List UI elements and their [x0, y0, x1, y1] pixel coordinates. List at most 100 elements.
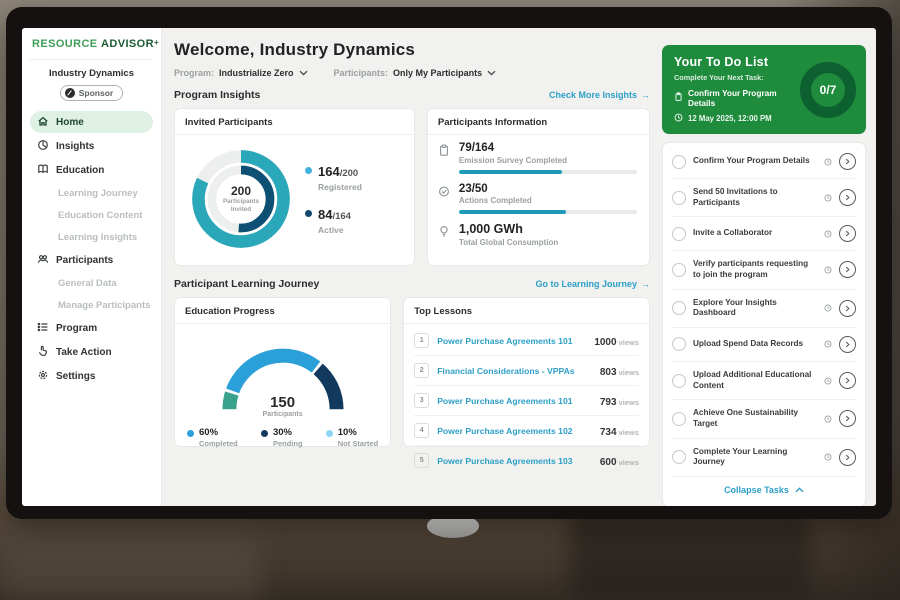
participants-select[interactable]: Participants: Only My Participants	[334, 68, 497, 78]
legend-not-started: 10% Not Started	[326, 428, 378, 448]
sidebar-item-home[interactable]: Home	[30, 111, 153, 133]
card-title: Education Progress	[175, 298, 390, 324]
gauge-center-value: 150	[208, 394, 358, 411]
card-title: Invited Participants	[175, 109, 414, 135]
sidebar: RESOURCE ADVISOR+ Industry Dynamics Spon…	[22, 28, 162, 506]
legend-dot	[326, 430, 333, 437]
clock-icon	[674, 113, 683, 124]
task-row: Verify participants requesting to join t…	[672, 251, 856, 289]
divider	[30, 59, 153, 60]
sidebar-item-general-data[interactable]: General Data	[30, 273, 153, 294]
task-checkbox[interactable]	[672, 374, 686, 388]
legend-dot	[305, 210, 312, 217]
legend-pending: 30% Pending	[261, 428, 303, 448]
clock-icon	[824, 340, 832, 348]
legend-registered: 164/200 Registered	[305, 163, 362, 192]
sidebar-item-education-content[interactable]: Education Content	[30, 205, 153, 226]
lesson-link[interactable]: Power Purchase Agreements 103	[437, 456, 592, 466]
clock-icon	[824, 266, 832, 274]
program-insights-heading: Program Insights	[174, 89, 260, 101]
go-to-learning-journey-link[interactable]: Go to Learning Journey →	[535, 279, 650, 289]
task-checkbox[interactable]	[672, 191, 686, 205]
sponsor-icon	[65, 88, 75, 98]
page-title: Welcome, Industry Dynamics	[174, 40, 650, 60]
task-open-button[interactable]	[839, 225, 856, 242]
insights-icon	[37, 139, 49, 154]
lesson-link[interactable]: Power Purchase Agreements 102	[437, 426, 592, 436]
sidebar-item-settings[interactable]: Settings	[30, 365, 153, 387]
dashboard-screen: RESOURCE ADVISOR+ Industry Dynamics Spon…	[22, 28, 876, 506]
legend-dot	[305, 167, 312, 174]
sidebar-item-insights[interactable]: Insights	[30, 135, 153, 157]
task-checkbox[interactable]	[672, 337, 686, 351]
legend-active: 84/164 Active	[305, 206, 362, 235]
todo-progress-ring: 0/7	[800, 62, 856, 118]
lesson-row: 2 Financial Considerations - VPPAs 803vi…	[414, 356, 639, 386]
clock-icon	[824, 230, 832, 238]
gear-icon	[37, 369, 49, 384]
clock-icon	[824, 194, 832, 202]
task-row: Send 50 Invitations to Participants	[672, 179, 856, 217]
task-open-button[interactable]	[839, 261, 856, 278]
task-checkbox[interactable]	[672, 227, 686, 241]
sidebar-item-learning-insights[interactable]: Learning Insights	[30, 227, 153, 248]
clipboard-icon	[674, 92, 683, 104]
top-lessons-list: 1 Power Purchase Agreements 101 1000view…	[404, 324, 649, 475]
clock-icon	[824, 158, 832, 166]
filter-bar: Program: Industrialize Zero Participants…	[174, 68, 650, 78]
lesson-link[interactable]: Power Purchase Agreements 101	[437, 396, 592, 406]
legend-completed: 60% Completed	[187, 428, 238, 448]
survey-icon	[438, 142, 451, 174]
task-open-button[interactable]	[839, 189, 856, 206]
chevron-down-icon	[299, 68, 308, 78]
task-checkbox[interactable]	[672, 450, 686, 464]
participants-information-card: Participants Information 79/164 Emission…	[427, 108, 650, 266]
progress-bar	[459, 170, 637, 174]
resource-advisor-logo[interactable]: RESOURCE ADVISOR+	[30, 38, 153, 50]
task-open-button[interactable]	[839, 372, 856, 389]
lesson-row: 5 Power Purchase Agreements 103 600views	[414, 446, 639, 475]
task-checkbox[interactable]	[672, 155, 686, 169]
lesson-row: 4 Power Purchase Agreements 102 734views	[414, 416, 639, 446]
collapse-tasks-link[interactable]: Collapse Tasks	[672, 477, 856, 504]
learning-journey-heading: Participant Learning Journey	[174, 278, 319, 290]
sidebar-item-education[interactable]: Education	[30, 159, 153, 181]
task-open-button[interactable]	[839, 410, 856, 427]
todo-due-date: 12 May 2025, 12:00 PM	[688, 114, 772, 123]
task-open-button[interactable]	[839, 449, 856, 466]
stat-emission-survey: 79/164 Emission Survey Completed	[438, 142, 637, 174]
sidebar-item-take-action[interactable]: Take Action	[30, 341, 153, 363]
task-open-button[interactable]	[839, 336, 856, 353]
book-icon	[37, 163, 49, 178]
task-open-button[interactable]	[839, 300, 856, 317]
check-more-insights-link[interactable]: Check More Insights →	[549, 90, 650, 100]
donut-legend: 164/200 Registered 84/164 Active	[305, 163, 362, 235]
sponsor-badge[interactable]: Sponsor	[60, 85, 123, 101]
task-checkbox[interactable]	[672, 412, 686, 426]
program-select[interactable]: Program: Industrialize Zero	[174, 68, 308, 78]
todo-tasks-card: Confirm Your Program Details Send 50 Inv…	[662, 142, 866, 506]
todo-subtitle: Complete Your Next Task:	[674, 73, 794, 82]
task-row: Upload Additional Educational Content	[672, 362, 856, 400]
sidebar-item-manage-participants[interactable]: Manage Participants	[30, 295, 153, 316]
donut-center-label: Participants Invited	[215, 198, 267, 214]
task-open-button[interactable]	[839, 153, 856, 170]
home-icon	[37, 115, 49, 130]
actions-icon	[438, 183, 451, 215]
lesson-row: 1 Power Purchase Agreements 101 1000view…	[414, 326, 639, 356]
sidebar-item-learning-journey[interactable]: Learning Journey	[30, 183, 153, 204]
sidebar-nav: Home Insights Education Learning Journey…	[30, 111, 153, 389]
main-content: Welcome, Industry Dynamics Program: Indu…	[162, 28, 660, 506]
sidebar-item-participants[interactable]: Participants	[30, 249, 153, 271]
list-icon	[37, 321, 49, 336]
sidebar-item-program[interactable]: Program	[30, 317, 153, 339]
lesson-link[interactable]: Power Purchase Agreements 101	[437, 336, 586, 346]
clock-icon	[824, 415, 832, 423]
lesson-link[interactable]: Financial Considerations - VPPAs	[437, 366, 592, 376]
task-checkbox[interactable]	[672, 263, 686, 277]
todo-summary-card: Your To Do List Complete Your Next Task:…	[662, 45, 866, 134]
people-icon	[37, 253, 49, 268]
progress-bar	[459, 210, 637, 214]
task-checkbox[interactable]	[672, 301, 686, 315]
chevron-down-icon	[487, 68, 496, 78]
